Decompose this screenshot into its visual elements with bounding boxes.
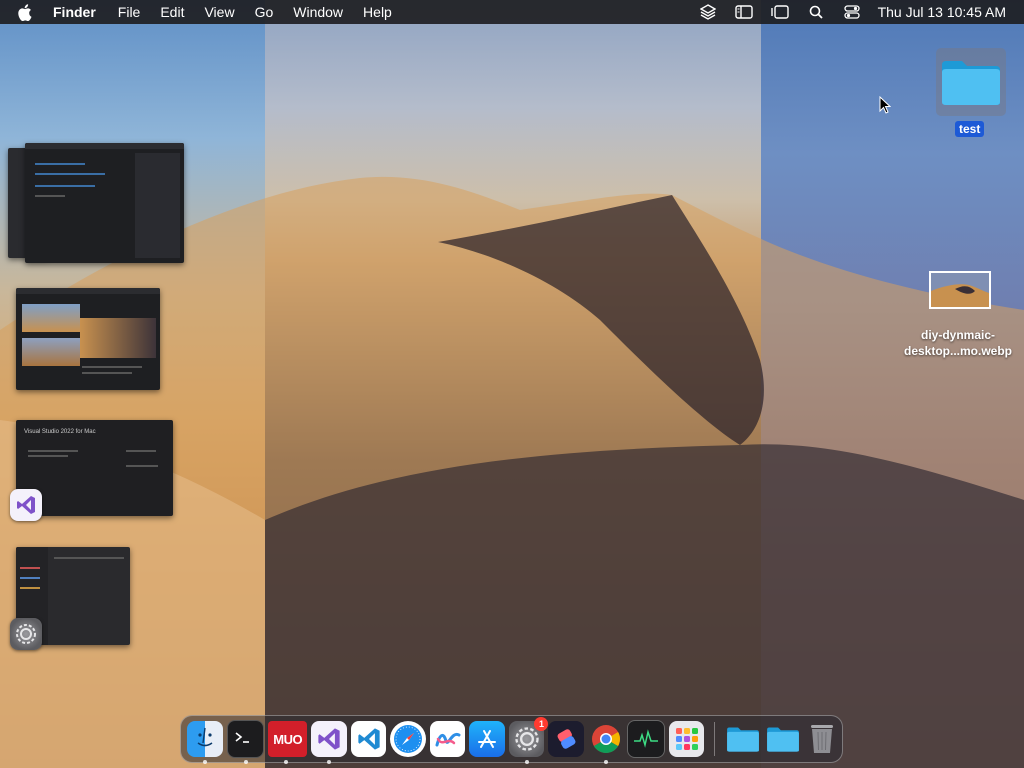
window-content-line (35, 185, 95, 187)
visual-studio-icon (318, 728, 340, 750)
dock-chrome[interactable] (588, 721, 624, 764)
window-content-line (20, 587, 40, 589)
menu-go[interactable]: Go (245, 0, 284, 24)
stage-manager-icon[interactable] (770, 2, 790, 22)
dock-folder-1[interactable] (725, 721, 761, 757)
running-indicator (524, 760, 529, 764)
browser-thumbnail (22, 338, 80, 366)
app-store-icon (478, 730, 497, 748)
desktop-file-label[interactable]: diy-dynmaic- desktop...mo.webp (895, 327, 1021, 359)
dock-vscode[interactable] (350, 721, 387, 757)
safari-icon (394, 725, 423, 753)
window-content-line (54, 557, 124, 559)
folder-icon (942, 61, 1000, 105)
menu-edit[interactable]: Edit (150, 0, 194, 24)
desktop-file-thumbnail[interactable] (929, 271, 991, 309)
running-indicator (203, 760, 207, 764)
window-content-line (82, 366, 142, 368)
dock-trash[interactable] (804, 721, 840, 757)
mouse-cursor-icon (879, 95, 892, 119)
dock-freeform[interactable] (429, 721, 466, 757)
window-content-line (35, 163, 85, 165)
folder-icon (727, 727, 760, 752)
menu-app-finder[interactable]: Finder (53, 0, 108, 24)
window-content-line (35, 195, 65, 197)
search-icon[interactable] (806, 2, 826, 22)
dock-app-store[interactable] (469, 721, 505, 757)
terminal-icon (235, 732, 250, 743)
image-thumbnail-icon (931, 273, 989, 307)
dock: MUO 1 (180, 715, 843, 764)
dock-shortcuts[interactable] (548, 721, 584, 757)
window-content-line (20, 577, 40, 579)
menu-clock[interactable]: Thu Jul 13 10:45 AM (878, 4, 1006, 20)
shortcuts-icon (557, 729, 576, 749)
system-settings-icon[interactable] (10, 618, 42, 650)
window-content-line (126, 465, 158, 467)
stage-group-1-window[interactable] (25, 143, 184, 263)
window-side-panel (135, 153, 180, 258)
control-center-icon[interactable] (842, 2, 862, 22)
vscode-icon (358, 728, 380, 750)
menu-view[interactable]: View (194, 0, 244, 24)
window-title: Visual Studio 2022 for Mac (24, 429, 96, 435)
dock-visual-studio[interactable] (311, 721, 347, 764)
window-content-line (28, 450, 78, 452)
freeform-icon (435, 732, 461, 747)
browser-hero-image (80, 318, 156, 358)
apple-menu-icon[interactable] (17, 3, 35, 21)
visual-studio-icon[interactable] (10, 489, 42, 521)
menu-help[interactable]: Help (353, 0, 402, 24)
window-content-line (35, 173, 105, 175)
trash-icon (811, 725, 834, 753)
desktop-file-label-line1: diy-dynmaic- (920, 328, 995, 342)
dock-safari[interactable] (390, 721, 426, 757)
chrome-icon (591, 725, 620, 753)
dock-finder[interactable] (187, 721, 223, 764)
dock-muo[interactable]: MUO (268, 721, 308, 764)
window-content-line (28, 455, 68, 457)
dock-activity-monitor[interactable] (627, 720, 665, 758)
finder-icon (197, 727, 213, 747)
running-indicator (284, 760, 288, 764)
dock-separator (714, 722, 716, 756)
menu-file[interactable]: File (108, 0, 151, 24)
stage-group-2[interactable] (16, 288, 160, 390)
desktop-file-label-line2: desktop...mo.webp (903, 344, 1012, 358)
muo-icon: MUO (273, 731, 303, 747)
running-indicator (243, 760, 248, 764)
window-titlebar (16, 288, 160, 294)
activity-monitor-icon (634, 729, 659, 748)
dock-system-settings[interactable]: 1 (508, 717, 549, 764)
menu-window[interactable]: Window (283, 0, 353, 24)
menu-bar: Finder File Edit View Go Window Help Thu… (0, 0, 1024, 24)
window-content-line (82, 372, 132, 374)
window-content-line (20, 567, 40, 569)
dock-folder-2[interactable] (765, 721, 801, 757)
launchpad-icon (675, 728, 698, 750)
window-titlebar (25, 143, 184, 149)
desktop-folder-test[interactable] (936, 48, 1006, 116)
notification-badge: 1 (534, 717, 549, 731)
dock-terminal[interactable] (226, 720, 264, 764)
running-indicator (603, 760, 608, 764)
browser-thumbnail (22, 304, 80, 332)
folder-icon (766, 727, 799, 752)
sidebar-icon[interactable] (734, 2, 754, 22)
dock-launchpad[interactable] (668, 721, 705, 757)
desktop-folder-label[interactable]: test (955, 121, 985, 137)
layers-icon[interactable] (698, 2, 718, 22)
window-content-line (126, 450, 156, 452)
